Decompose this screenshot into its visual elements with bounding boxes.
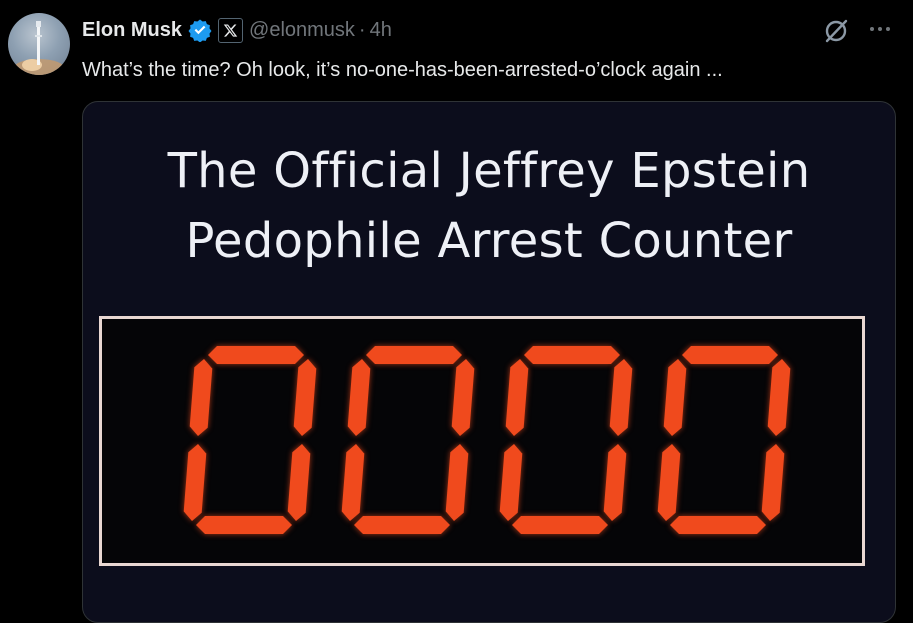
digit-segment-b	[609, 359, 633, 436]
digit-segment-b	[767, 359, 791, 436]
digit-segment-a	[682, 346, 778, 364]
digit-segment-d	[354, 516, 450, 534]
digit-segment-b	[293, 359, 317, 436]
counter-digit	[183, 346, 317, 534]
grok-icon[interactable]	[822, 17, 850, 45]
digit-segment-b	[451, 359, 475, 436]
digit-segment-a	[524, 346, 620, 364]
digit-segment-f	[663, 359, 687, 436]
digit-segment-a	[366, 346, 462, 364]
tweet-text: What’s the time? Oh look, it’s no-one-ha…	[82, 59, 723, 81]
author-name[interactable]: Elon Musk	[82, 19, 182, 42]
verified-badge-icon	[188, 18, 212, 42]
post-time[interactable]: 4h	[370, 19, 392, 42]
counter-digit	[499, 346, 633, 534]
tweet-header: Elon Musk @elonmusk · 4h	[82, 13, 392, 47]
digit-segment-e	[183, 444, 207, 521]
media-title-line-1: The Official Jeffrey Epstein	[167, 143, 811, 199]
digit-segment-d	[196, 516, 292, 534]
counter-display	[99, 316, 865, 566]
counter-digit	[657, 346, 791, 534]
digit-segment-c	[445, 444, 469, 521]
digit-segment-f	[189, 359, 213, 436]
digit-segment-a	[208, 346, 304, 364]
counter-digit	[341, 346, 475, 534]
digit-segment-c	[287, 444, 311, 521]
tweet-media[interactable]: The Official Jeffrey Epstein Pedophile A…	[82, 101, 896, 623]
digit-segment-d	[512, 516, 608, 534]
digit-segment-e	[657, 444, 681, 521]
author-handle[interactable]: @elonmusk	[249, 19, 355, 42]
digit-segment-f	[347, 359, 371, 436]
digit-segment-d	[670, 516, 766, 534]
digit-segment-e	[341, 444, 365, 521]
more-options-icon[interactable]	[862, 13, 898, 45]
x-logo-icon[interactable]	[218, 17, 244, 43]
digit-segment-e	[499, 444, 523, 521]
avatar[interactable]	[8, 13, 70, 75]
digit-segment-f	[505, 359, 529, 436]
media-title: The Official Jeffrey Epstein Pedophile A…	[83, 136, 895, 276]
separator-dot: ·	[358, 18, 366, 41]
digit-segment-c	[603, 444, 627, 521]
media-title-line-2: Pedophile Arrest Counter	[185, 213, 793, 269]
digit-segment-c	[761, 444, 785, 521]
